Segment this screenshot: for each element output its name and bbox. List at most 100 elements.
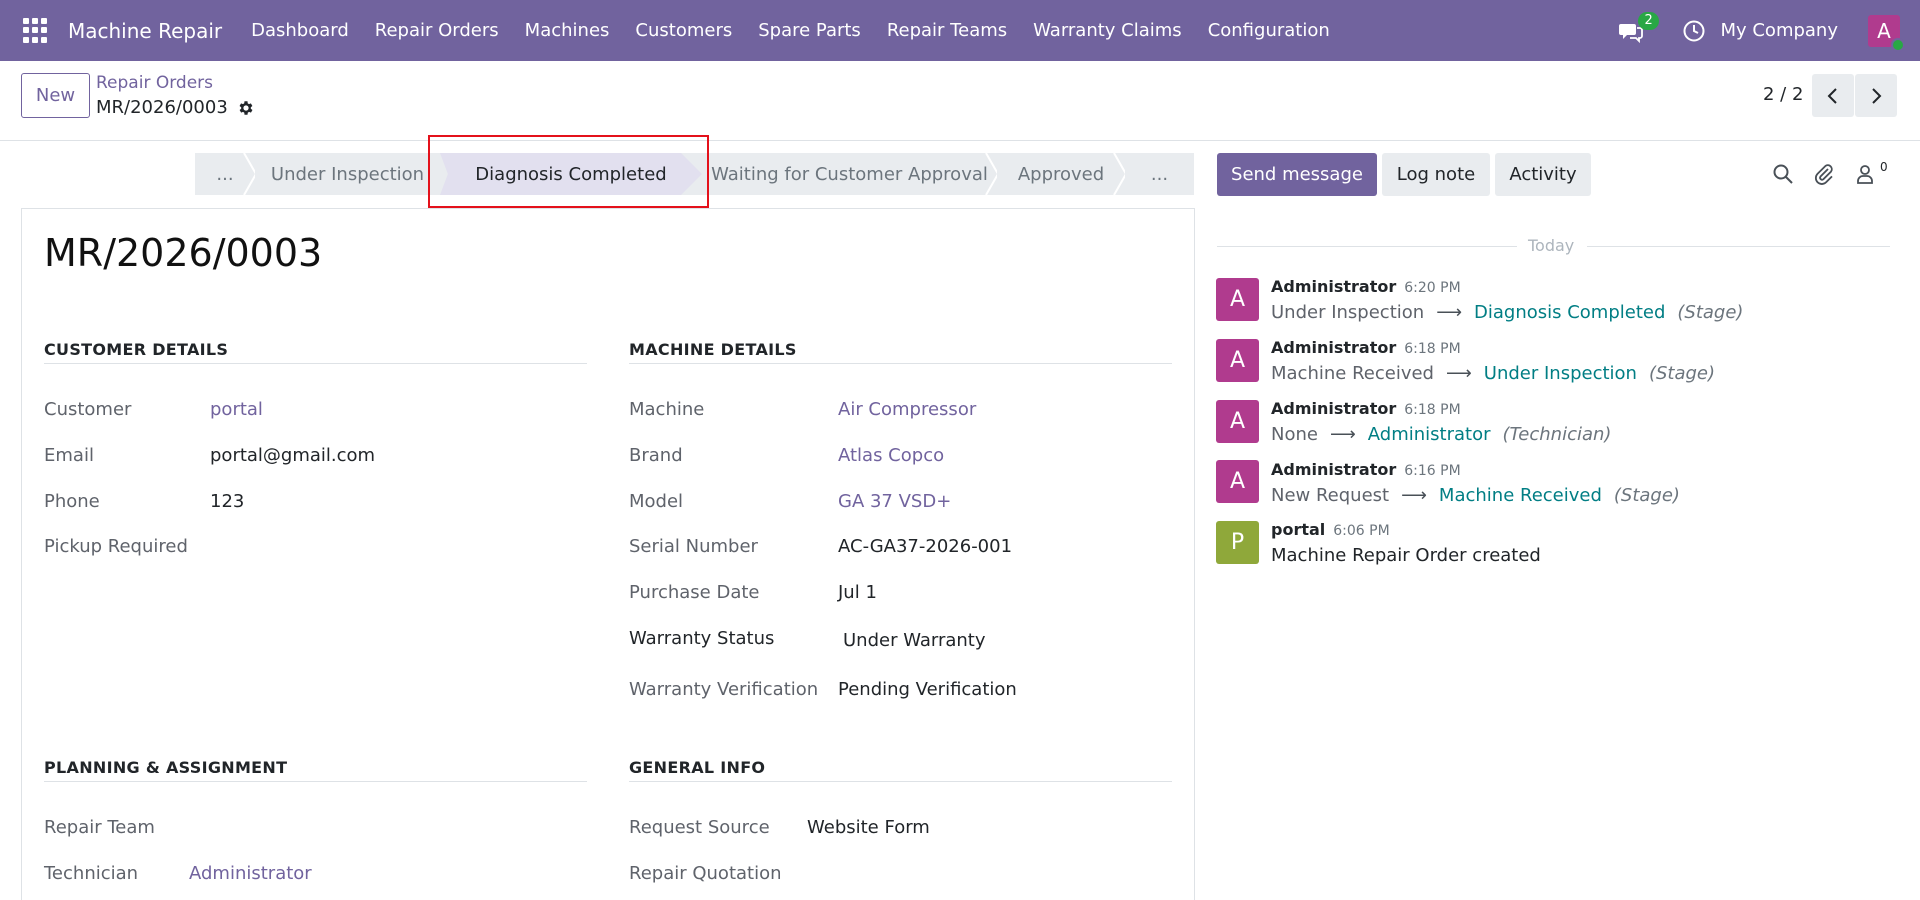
- message-body: Machine Received ⟶ Under Inspection (Stage): [1271, 363, 1715, 384]
- breadcrumb-current-label: MR/2026/0003: [96, 97, 228, 118]
- paperclip-icon[interactable]: [1813, 163, 1835, 185]
- user-initial: A: [1877, 18, 1891, 43]
- send-message-button[interactable]: Send message: [1217, 153, 1377, 196]
- gear-icon[interactable]: [237, 99, 255, 117]
- followers-icon[interactable]: [1854, 163, 1876, 185]
- message-time: 6:18 PM: [1404, 402, 1461, 418]
- highlight-box: [428, 135, 709, 208]
- avatar[interactable]: P: [1216, 521, 1259, 564]
- tracked-field: (Stage): [1677, 302, 1744, 323]
- pager-value[interactable]: 2 / 2: [1763, 84, 1803, 105]
- divider: [629, 363, 1172, 364]
- phone-field[interactable]: 123: [210, 491, 244, 512]
- stage-more-left[interactable]: ...: [195, 153, 255, 195]
- author-name[interactable]: Administrator: [1271, 338, 1396, 357]
- new-button[interactable]: New: [21, 73, 90, 118]
- messages-icon[interactable]: 2: [1618, 11, 1659, 46]
- stage-waiting-approval[interactable]: Waiting for Customer Approval: [702, 153, 997, 195]
- phone-label: Phone: [44, 491, 100, 512]
- message-author: Administrator 6:20 PM: [1271, 277, 1461, 296]
- menu-warranty-claims[interactable]: Warranty Claims: [1020, 20, 1195, 41]
- pager-next-button[interactable]: [1855, 74, 1897, 117]
- old-value: New Request: [1271, 485, 1390, 506]
- search-icon[interactable]: [1772, 163, 1794, 185]
- arrow-right-icon: ⟶: [1401, 485, 1427, 506]
- menu-repair-orders[interactable]: Repair Orders: [362, 20, 512, 41]
- chevron-left-icon: [1827, 87, 1837, 104]
- menu-spare-parts[interactable]: Spare Parts: [745, 20, 874, 41]
- model-field[interactable]: GA 37 VSD+: [838, 491, 951, 512]
- activity-button[interactable]: Activity: [1495, 153, 1591, 196]
- avatar[interactable]: A: [1216, 460, 1259, 503]
- warranty-verification-field[interactable]: Pending Verification: [838, 679, 1017, 700]
- purchase-date-field[interactable]: Jul 1: [838, 582, 877, 603]
- author-name[interactable]: Administrator: [1271, 460, 1396, 479]
- repair-quotation-label: Repair Quotation: [629, 863, 782, 884]
- main-menu: Dashboard Repair Orders Machines Custome…: [238, 20, 1343, 41]
- menu-configuration[interactable]: Configuration: [1195, 20, 1343, 41]
- machine-field[interactable]: Air Compressor: [838, 399, 976, 420]
- brand-label: Brand: [629, 445, 683, 466]
- message-time: 6:06 PM: [1333, 523, 1390, 539]
- divider: [44, 363, 587, 364]
- log-note-button[interactable]: Log note: [1382, 153, 1490, 196]
- warranty-verification-label: Warranty Verification: [629, 679, 819, 700]
- stage-approved[interactable]: Approved: [997, 153, 1125, 195]
- machine-label: Machine: [629, 399, 705, 420]
- avatar[interactable]: A: [1216, 339, 1259, 382]
- new-value: Under Inspection: [1483, 363, 1637, 384]
- divider: [1217, 246, 1517, 247]
- navbar-systray: 2 My Company A: [1618, 0, 1920, 61]
- app-grid-icon[interactable]: [23, 17, 49, 44]
- message-body: None ⟶ Administrator (Technician): [1271, 424, 1611, 445]
- warranty-status-field[interactable]: Under Warranty: [843, 630, 986, 651]
- stage-separator: [985, 153, 997, 195]
- activity-clock-icon[interactable]: [1682, 19, 1706, 43]
- stage-approved-label: Approved: [1017, 163, 1105, 185]
- brand-field[interactable]: Atlas Copco: [838, 445, 944, 466]
- author-name[interactable]: Administrator: [1271, 277, 1396, 296]
- technician-field[interactable]: Administrator: [189, 863, 312, 884]
- message-time: 6:20 PM: [1404, 280, 1461, 296]
- user-avatar[interactable]: A: [1868, 14, 1905, 52]
- breadcrumb-parent[interactable]: Repair Orders: [96, 73, 213, 93]
- serial-number-field[interactable]: AC-GA37-2026-001: [838, 536, 1012, 557]
- app-title[interactable]: Machine Repair: [68, 19, 222, 43]
- new-value: Diagnosis Completed: [1474, 302, 1666, 323]
- message-time: 6:18 PM: [1404, 341, 1461, 357]
- email-field[interactable]: portal@gmail.com: [210, 445, 375, 466]
- menu-repair-teams[interactable]: Repair Teams: [874, 20, 1020, 41]
- tracked-field: (Stage): [1648, 363, 1716, 384]
- serial-number-label: Serial Number: [629, 536, 758, 557]
- arrow-right-icon: ⟶: [1445, 363, 1472, 384]
- stage-more-left-label: ...: [216, 163, 234, 185]
- company-switcher[interactable]: My Company: [1720, 20, 1838, 41]
- old-value: Under Inspection: [1271, 302, 1425, 323]
- stage-separator: [243, 153, 255, 195]
- technician-label: Technician: [44, 863, 139, 884]
- message-author: Administrator 6:18 PM: [1271, 338, 1461, 357]
- request-source-field[interactable]: Website Form: [807, 817, 930, 838]
- avatar[interactable]: A: [1216, 400, 1259, 443]
- chevron-right-icon: [1872, 87, 1882, 104]
- stage-waiting-approval-label: Waiting for Customer Approval: [711, 163, 988, 185]
- message-body: New Request ⟶ Machine Received (Stage): [1271, 485, 1680, 506]
- pager-previous-button[interactable]: [1812, 74, 1854, 117]
- menu-dashboard[interactable]: Dashboard: [238, 20, 362, 41]
- arrow-right-icon: ⟶: [1329, 424, 1356, 445]
- repair-team-label: Repair Team: [44, 817, 155, 838]
- author-name[interactable]: Administrator: [1271, 399, 1396, 418]
- menu-machines[interactable]: Machines: [512, 20, 623, 41]
- author-name[interactable]: portal: [1271, 520, 1325, 539]
- stage-under-inspection[interactable]: Under Inspection: [255, 153, 440, 195]
- request-source-label: Request Source: [629, 817, 770, 838]
- menu-customers[interactable]: Customers: [622, 20, 745, 41]
- avatar[interactable]: A: [1216, 278, 1259, 321]
- old-value: None: [1271, 424, 1318, 445]
- stage-more-right[interactable]: ...: [1125, 153, 1194, 195]
- tracked-field: (Technician): [1502, 424, 1612, 445]
- customer-field[interactable]: portal: [210, 399, 263, 420]
- record-title[interactable]: MR/2026/0003: [44, 231, 322, 275]
- customer-details-title: CUSTOMER DETAILS: [44, 340, 229, 359]
- message-author: portal 6:06 PM: [1271, 520, 1390, 539]
